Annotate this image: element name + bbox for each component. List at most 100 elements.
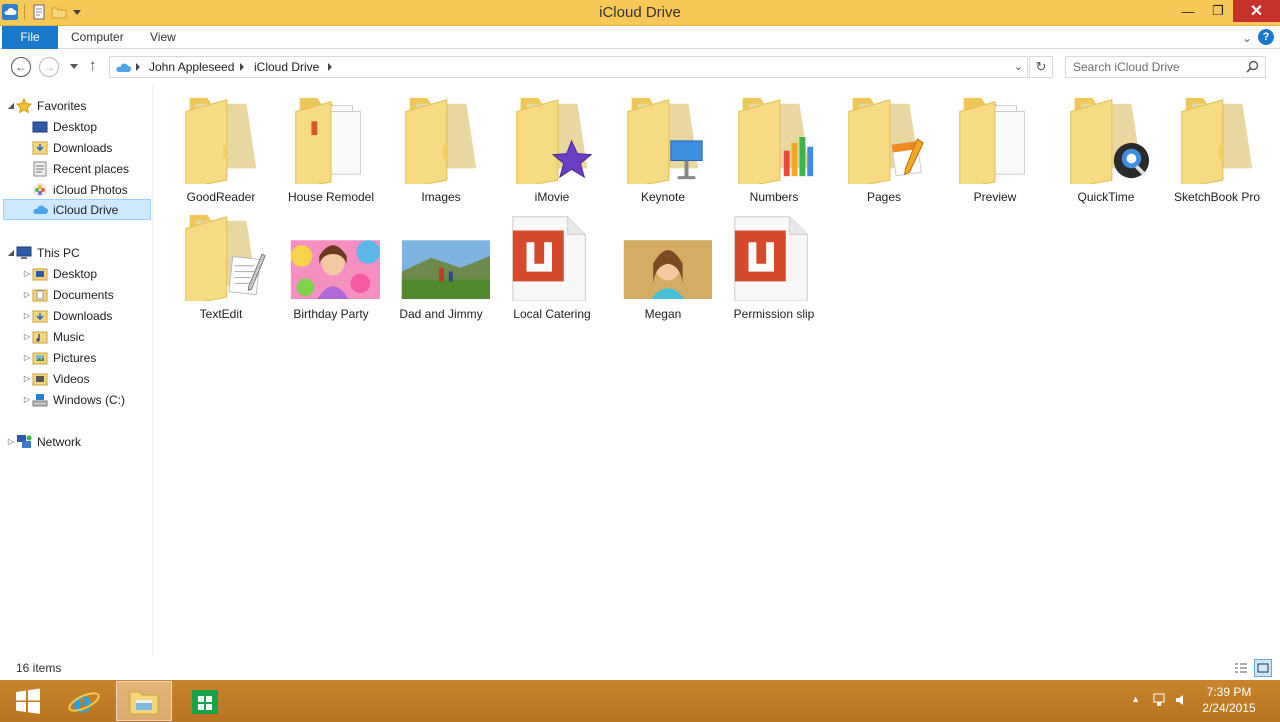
search-input[interactable] — [1066, 57, 1241, 77]
item-permission-slip[interactable]: Permission slip — [719, 207, 829, 321]
expand-arrow-icon[interactable]: ▷ — [22, 374, 32, 383]
drive-icon — [32, 393, 48, 406]
folder-icon — [1070, 97, 1150, 184]
tree-pc-documents[interactable]: ▷ Documents — [22, 284, 114, 305]
forward-button[interactable]: → — [39, 57, 59, 77]
details-view-icon — [1235, 663, 1247, 673]
item-megan[interactable]: Megan — [608, 207, 718, 321]
svg-text:e: e — [73, 685, 92, 718]
taskbar-internet-explorer[interactable]: e — [56, 681, 112, 721]
tree-favorites-recent-places[interactable]: Recent places — [32, 158, 129, 179]
item-pages[interactable]: Pages — [829, 90, 939, 204]
network-status-icon[interactable] — [1152, 692, 1168, 708]
internet-explorer-icon: e — [68, 685, 100, 718]
file-list: GoodReader House Remodel Images iMovie K… — [153, 83, 1280, 657]
clock-date: 2/24/2015 — [1202, 701, 1256, 715]
expand-arrow-icon[interactable]: ▷ — [22, 311, 32, 320]
taskbar-file-explorer[interactable] — [116, 681, 172, 721]
tree-label: Favorites — [37, 98, 87, 113]
clock-time: 7:39 PM — [1206, 685, 1252, 699]
taskbar-store[interactable] — [177, 681, 233, 721]
item-house-remodel[interactable]: House Remodel — [276, 90, 386, 204]
item-goodreader[interactable]: GoodReader — [166, 90, 276, 204]
clock[interactable]: 7:39 PM 2/24/2015 — [1194, 684, 1264, 716]
tree-pc-pictures[interactable]: ▷ Pictures — [22, 347, 96, 368]
item-preview[interactable]: Preview — [940, 90, 1050, 204]
tree-label: Music — [53, 329, 85, 344]
tree-favorites-icloud-drive[interactable]: iCloud Drive — [3, 199, 151, 220]
tree-favorites-icloud-photos[interactable]: iCloud Photos — [32, 179, 128, 200]
tree-pc-videos[interactable]: ▷ Videos — [22, 368, 90, 389]
search-box[interactable] — [1065, 56, 1266, 78]
address-bar[interactable]: John Appleseed iCloud Drive ⌄ — [109, 56, 1028, 78]
folder-icon — [185, 214, 266, 301]
window-title: iCloud Drive — [599, 4, 681, 21]
show-hidden-icons-icon[interactable]: ▲ — [1131, 694, 1140, 704]
recent-places-icon — [33, 161, 47, 176]
folder-icon — [627, 97, 703, 184]
tree-favorites-downloads[interactable]: Downloads — [32, 137, 112, 158]
item-local-catering[interactable]: Local Catering — [497, 207, 607, 321]
expand-arrow-icon[interactable]: ▷ — [22, 290, 32, 299]
folder-icon — [848, 97, 924, 184]
network-icon — [17, 434, 32, 448]
tree-label: Downloads — [53, 140, 113, 155]
tab-view[interactable]: View — [150, 26, 176, 49]
close-button[interactable]: ✕ — [1233, 0, 1280, 22]
refresh-button[interactable]: ↻ — [1029, 56, 1053, 78]
item-numbers[interactable]: Numbers — [719, 90, 829, 204]
collapse-arrow-icon[interactable]: ◢ — [6, 101, 16, 110]
tree-network[interactable]: ▷ Network — [6, 431, 81, 452]
expand-arrow-icon[interactable]: ▷ — [6, 437, 16, 446]
help-icon[interactable]: ? — [1258, 29, 1274, 45]
videos-folder-icon — [32, 373, 48, 385]
tree-pc-downloads[interactable]: ▷ Downloads — [22, 305, 112, 326]
breadcrumb-icloud-drive[interactable]: iCloud Drive — [254, 60, 319, 74]
expand-ribbon-chevron-icon[interactable]: ⌄ — [1242, 31, 1252, 45]
item-textedit[interactable]: TextEdit — [166, 207, 276, 321]
music-folder-icon — [32, 331, 48, 343]
breadcrumb-separator-icon[interactable] — [136, 63, 140, 71]
start-button[interactable] — [0, 681, 56, 721]
breadcrumb-john-appleseed[interactable]: John Appleseed — [149, 60, 234, 74]
tree-favorites[interactable]: ◢ Favorites — [6, 95, 86, 116]
expand-arrow-icon[interactable]: ▷ — [22, 395, 32, 404]
large-icons-view-button[interactable] — [1254, 659, 1272, 677]
breadcrumb-separator-icon[interactable] — [328, 63, 332, 71]
minimize-button[interactable]: — — [1173, 0, 1203, 22]
address-dropdown-icon[interactable]: ⌄ — [1014, 60, 1023, 73]
item-label: Local Catering — [513, 307, 591, 321]
restore-button[interactable]: ❐ — [1203, 0, 1233, 22]
recent-locations-dropdown[interactable] — [70, 64, 78, 69]
back-button[interactable]: ← — [11, 57, 31, 77]
file-explorer-icon — [129, 691, 159, 715]
tree-this-pc[interactable]: ◢ This PC — [6, 242, 80, 263]
item-label: QuickTime — [1077, 190, 1135, 204]
breadcrumb-separator-icon[interactable] — [240, 63, 244, 71]
item-dad-and-jimmy[interactable]: Dad and Jimmy — [386, 207, 496, 321]
item-label: Permission slip — [733, 307, 815, 321]
item-birthday-party[interactable]: Birthday Party — [276, 207, 386, 321]
tab-computer[interactable]: Computer — [71, 26, 124, 49]
item-quicktime[interactable]: QuickTime — [1051, 90, 1161, 204]
tree-pc-music[interactable]: ▷ Music — [22, 326, 84, 347]
tree-pc-desktop[interactable]: ▷ Desktop — [22, 263, 97, 284]
tab-file[interactable]: File — [2, 26, 58, 49]
item-imovie[interactable]: iMovie — [497, 90, 607, 204]
tree-label: iCloud Drive — [53, 202, 119, 217]
expand-arrow-icon[interactable]: ▷ — [22, 332, 32, 341]
tree-pc-windows-c[interactable]: ▷ Windows (C:) — [22, 389, 125, 410]
expand-arrow-icon[interactable]: ▷ — [22, 353, 32, 362]
collapse-arrow-icon[interactable]: ◢ — [6, 248, 16, 257]
desktop-folder-icon — [32, 268, 48, 280]
item-sketchbook-pro[interactable]: SketchBook Pro — [1162, 90, 1272, 204]
up-button[interactable]: ↑ — [89, 57, 97, 74]
tree-label: Desktop — [53, 119, 98, 134]
expand-arrow-icon[interactable]: ▷ — [22, 269, 32, 278]
item-keynote[interactable]: Keynote — [608, 90, 718, 204]
item-images[interactable]: Images — [386, 90, 496, 204]
details-view-button[interactable] — [1232, 659, 1250, 677]
volume-icon[interactable] — [1174, 692, 1190, 708]
search-icon[interactable] — [1246, 60, 1259, 73]
tree-favorites-desktop[interactable]: Desktop — [32, 116, 97, 137]
